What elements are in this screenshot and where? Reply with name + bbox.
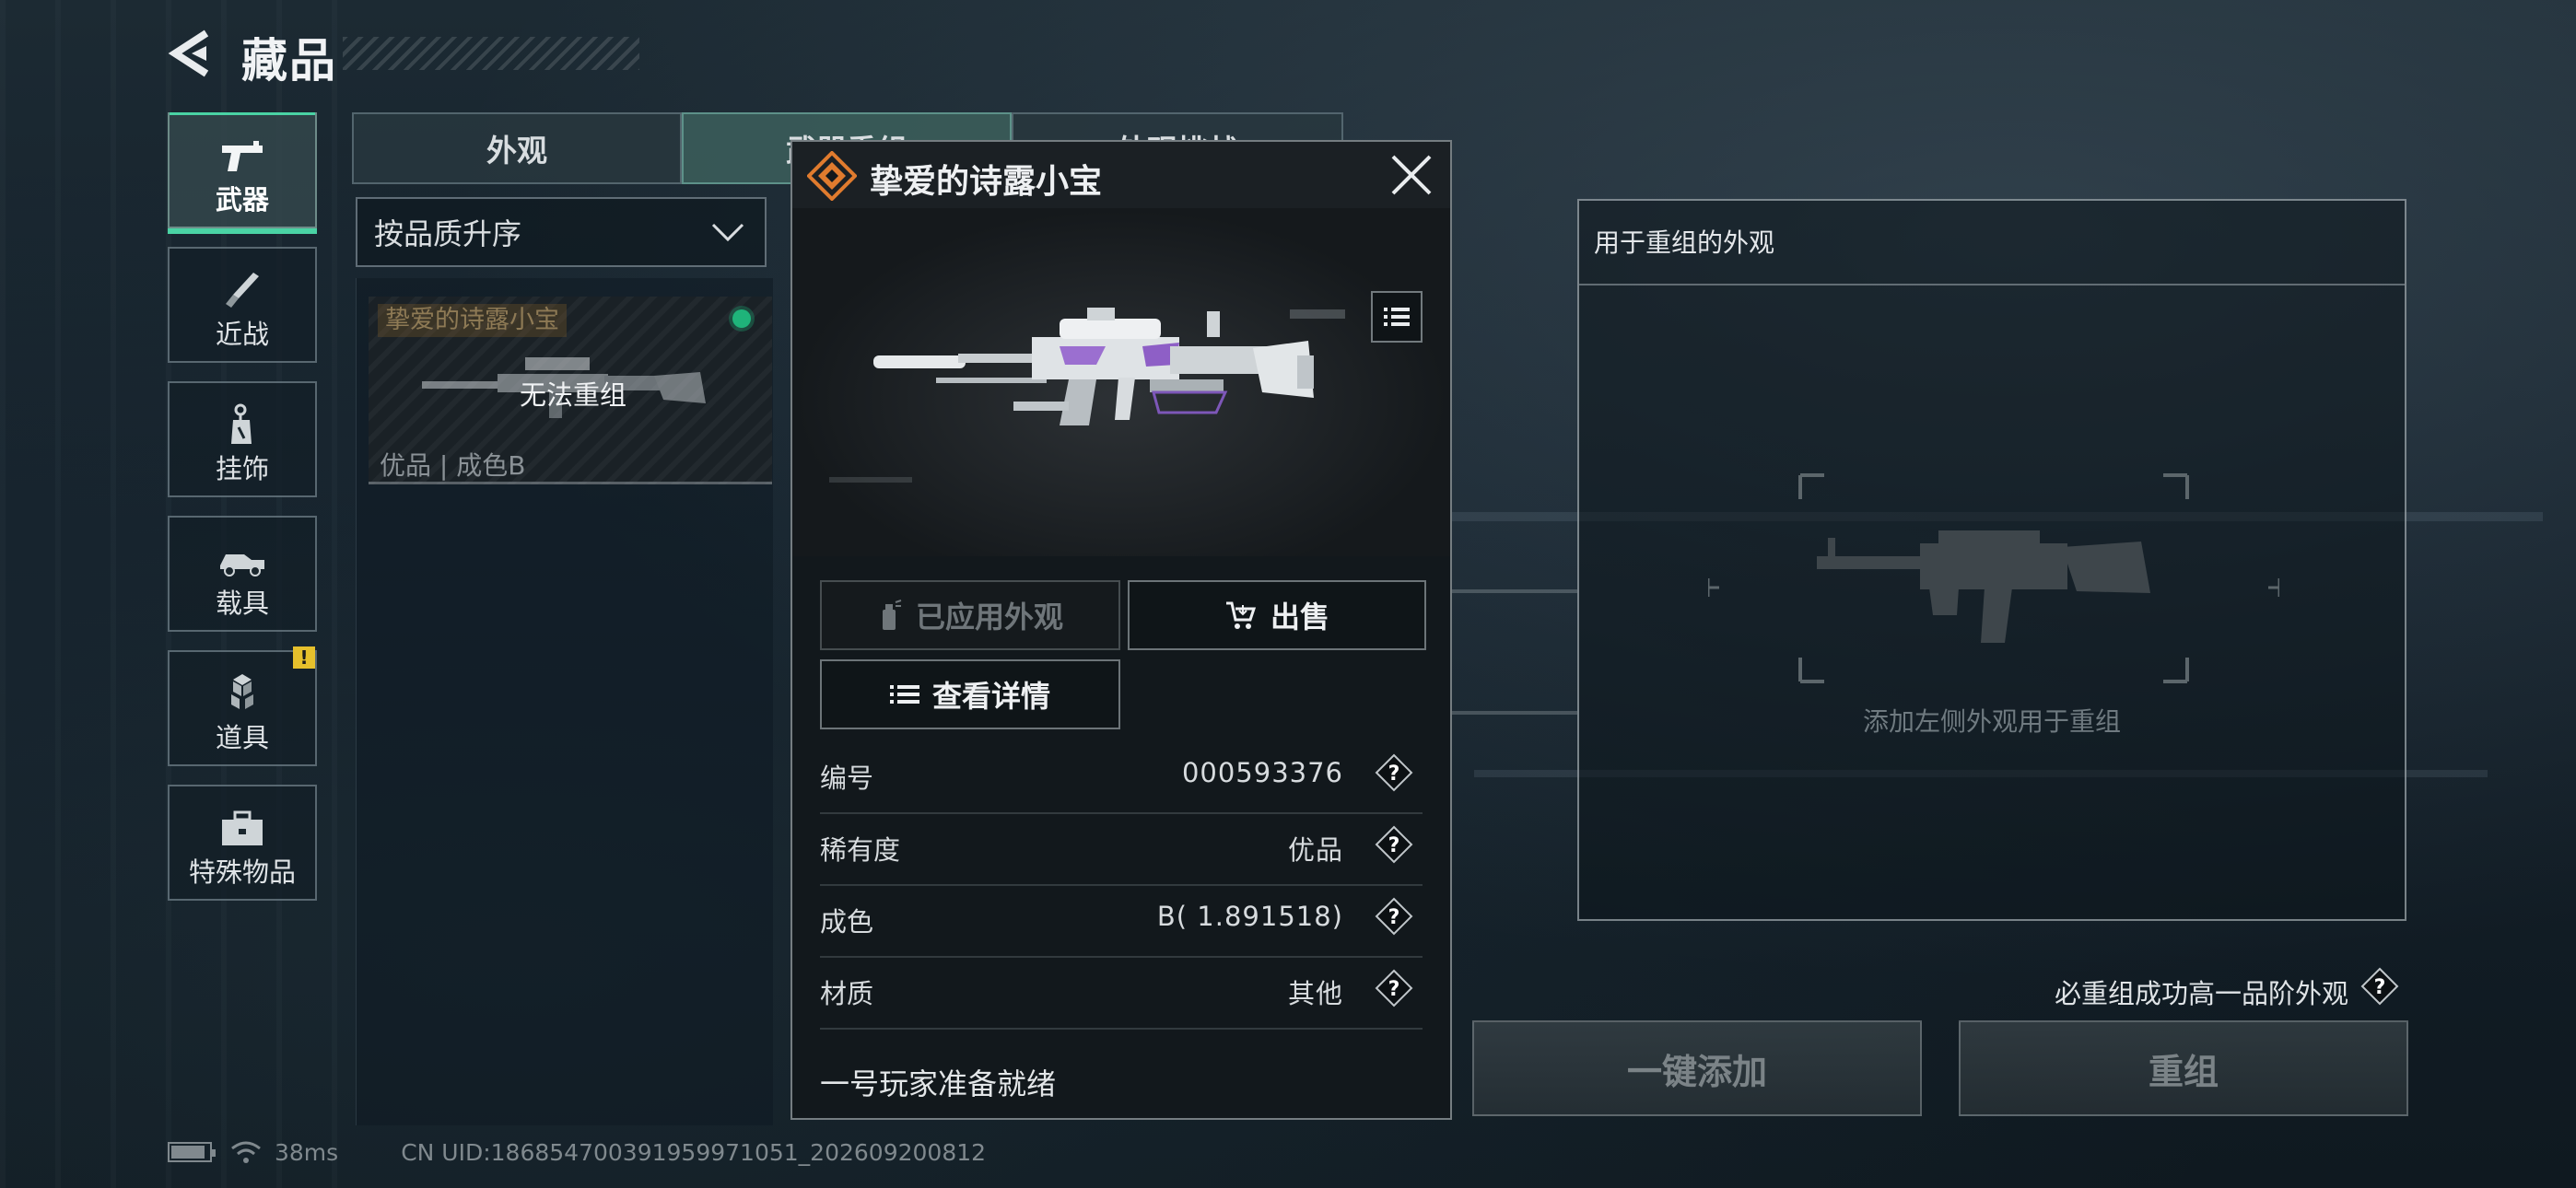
list-icon [889,685,919,704]
skin-card-name: 挚爱的诗露小宝 [378,304,567,337]
sidebar-item-label: 道具 [215,722,269,753]
attr-row-rarity: 稀有度 优品 ? [820,812,1423,886]
sell-button[interactable]: 出售 [1128,580,1426,650]
popup-footer-text: 一号玩家准备就绪 [820,1066,1057,1101]
sidebar-item-label: 挂饰 [215,453,269,484]
cart-icon [1225,601,1257,629]
attr-value: B( 1.891518) [1156,901,1343,932]
toolbox-icon [222,810,263,845]
skin-card-meta: 优品 | 成色B [380,450,526,481]
ping-text: 38ms [275,1138,339,1166]
details-label: 查看详情 [931,679,1050,714]
battery-icon [168,1142,216,1162]
page-title: 藏品 [241,34,337,87]
help-icon[interactable]: ? [2360,967,2399,1006]
add-all-button[interactable]: 一键添加 [1472,1020,1922,1116]
title-decoration [343,37,639,70]
panel-edge [1452,711,1577,715]
recombine-slot-panel[interactable]: 用于重组的外观 添加左侧外观用于重组 [1577,199,2406,921]
sidebar-item-special[interactable]: 特殊物品 [168,785,317,901]
applied-label: 已应用外观 [915,600,1063,635]
status-bar: 38ms CN UID:18685470039195997105​1_20260… [168,1138,986,1166]
weapon-preview [792,208,1450,556]
knife-icon [226,273,259,308]
recombine-label: 重组 [2148,1051,2219,1092]
sidebar-item-melee[interactable]: 近战 [168,247,317,363]
attr-value: 000593376 [1181,757,1343,788]
panel-hint: 添加左侧外观用于重组 [1862,706,2121,737]
help-icon[interactable]: ? [1375,969,1413,1007]
charm-icon [231,403,252,444]
divider [1579,284,2405,285]
sidebar-item-label: 载具 [215,588,269,619]
list-icon [1384,308,1410,326]
cubes-icon [231,674,253,709]
skin-detail-popup: 挚爱的诗露小宝 已应用外观 出售 查看详情 编号 000593376 ? 稀有度… [790,140,1452,1120]
sidebar-item-charms[interactable]: 挂饰 [168,381,317,497]
vehicle-icon [220,554,264,577]
tab-appearance[interactable]: 外观 [352,112,682,184]
spray-icon [882,600,902,630]
help-icon[interactable]: ? [1375,825,1413,864]
attr-value: 其他 [1287,978,1343,1009]
attr-row-condition: 成色 B( 1.891518) ? [820,884,1423,958]
view-details-button[interactable]: 查看详情 [820,659,1120,729]
svg-text:?: ? [1388,834,1400,857]
sniper-rifle-image [829,308,1345,483]
attr-label: 编号 [820,763,874,794]
sidebar-item-label: 特殊物品 [188,856,296,888]
add-all-label: 一键添加 [1626,1051,1767,1092]
sidebar-item-weapons[interactable]: 武器 [168,112,317,234]
svg-text:?: ? [2374,976,2386,999]
svg-text:?: ? [1388,978,1400,1001]
attr-row-serial: 编号 000593376 ? [820,740,1423,814]
sidebar-item-label: 武器 [215,184,269,215]
attr-label: 材质 [820,978,874,1009]
help-icon[interactable]: ? [1375,897,1413,936]
pistol-icon [222,141,263,171]
rarity-emblem-icon [807,151,857,201]
notification-badge: ! [293,646,315,669]
svg-text:?: ? [1388,906,1400,929]
popup-title: 挚爱的诗露小宝 [870,163,1103,201]
attr-value: 优品 [1287,834,1343,866]
tab-label: 外观 [486,133,547,169]
recombine-button[interactable]: 重组 [1959,1020,2408,1116]
uid-text: CN UID:18685470039195997105​1_2026092008… [401,1138,987,1166]
sidebar-item-vehicles[interactable]: 载具 [168,516,317,632]
help-icon[interactable]: ? [1375,753,1413,792]
rifle-placeholder-icon [1708,473,2279,683]
list-view-button[interactable] [1371,291,1423,343]
sort-select[interactable]: 按品质升序 [356,197,767,267]
svg-text:?: ? [1388,763,1400,786]
panel-title: 用于重组的外观 [1594,227,1775,258]
sell-label: 出售 [1270,600,1329,635]
applied-appearance-button[interactable]: 已应用外观 [820,580,1120,650]
guarantee-text: 必重组成功高一品阶外观 [2055,978,2349,1009]
equipped-indicator-icon [732,309,751,328]
chevron-down-icon [711,223,744,242]
skin-card-status: 无法重组 [520,379,627,411]
sort-label: 按品质升序 [374,216,522,251]
attr-label: 稀有度 [820,834,901,866]
attr-label: 成色 [820,906,874,938]
wifi-icon [231,1141,261,1163]
attr-row-material: 材质 其他 ? [820,956,1423,1030]
close-icon[interactable] [1388,151,1435,199]
sidebar-item-label: 近战 [215,319,269,350]
back-arrow-icon[interactable] [166,26,221,81]
panel-edge [1452,589,1577,593]
popup-header: 挚爱的诗露小宝 [792,142,1450,210]
